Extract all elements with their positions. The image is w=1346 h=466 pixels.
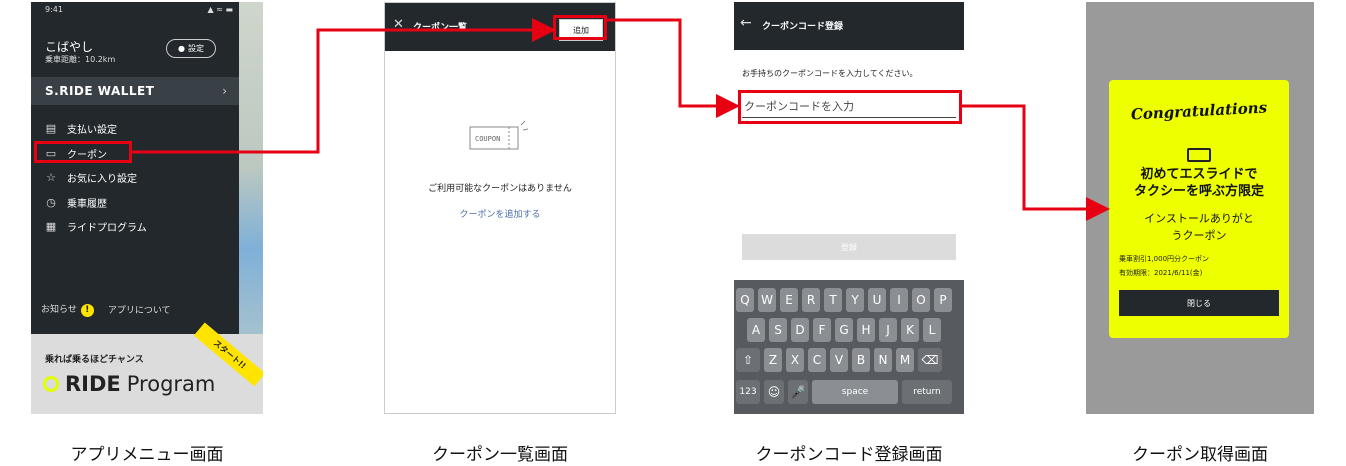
caption-coupon-acquired-screen: クーポン取得画面 [1132, 445, 1268, 465]
connector-1 [132, 18, 556, 154]
flow-connectors [132, 18, 1110, 221]
caption-coupon-list-screen: クーポン一覧画面 [432, 445, 568, 465]
connector-2 [607, 18, 740, 118]
caption-menu-screen: アプリメニュー画面 [70, 445, 224, 465]
connector-3 [962, 104, 1110, 221]
caption-coupon-code-screen: クーポンコード登録画面 [755, 445, 943, 465]
